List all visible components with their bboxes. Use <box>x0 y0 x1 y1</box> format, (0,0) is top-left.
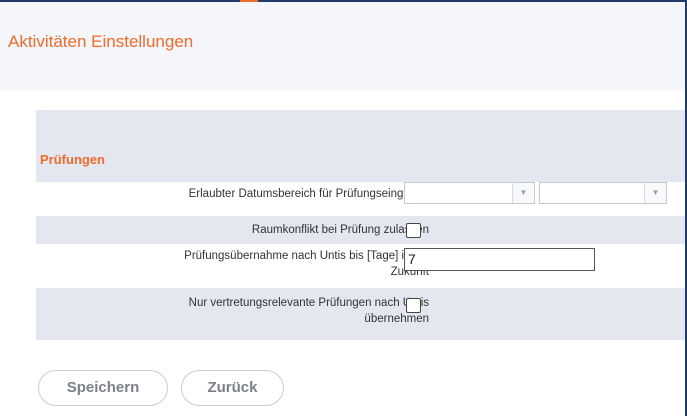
transfer-days-input[interactable]: 7 <box>404 248 595 271</box>
relevant-exams-label-line2: übernehmen <box>364 313 429 325</box>
date-to-select[interactable]: ▼ <box>539 182 667 204</box>
section-title: Prüfungen <box>40 152 105 167</box>
row-room-conflict: Raumkonflikt bei Prüfung zulassen <box>36 216 685 244</box>
relevant-exams-label-line1: Nur vertretungsrelevante Prüfungen nach … <box>188 297 429 309</box>
section-header-pruefungen: Prüfungen <box>36 110 685 182</box>
transfer-days-label-line2: Zukunft <box>390 266 429 278</box>
relevant-exams-checkbox[interactable] <box>406 298 421 313</box>
row-date-range: Erlaubter Datumsbereich für Prüfungseing… <box>36 182 685 212</box>
room-conflict-label: Raumkonflikt bei Prüfung zulassen <box>251 224 429 236</box>
room-conflict-checkbox[interactable] <box>406 223 421 238</box>
row-transfer-days: Prüfungsübernahme nach Untis bis [Tage] … <box>36 246 685 286</box>
chevron-down-icon: ▼ <box>512 183 534 203</box>
transfer-days-label-line1: Prüfungsübernahme nach Untis bis [Tage] … <box>184 250 429 262</box>
date-range-label: Erlaubter Datumsbereich für Prüfungseing… <box>188 188 429 200</box>
save-button[interactable]: Speichern <box>38 370 168 406</box>
chevron-down-icon: ▼ <box>644 183 666 203</box>
relevant-exams-label: Nur vertretungsrelevante Prüfungen nach … <box>189 295 429 327</box>
back-button[interactable]: Zurück <box>181 370 284 406</box>
page-title: Aktivitäten Einstellungen <box>8 32 194 51</box>
date-from-select[interactable]: ▼ <box>404 182 535 204</box>
page-header: Aktivitäten Einstellungen <box>0 2 685 90</box>
row-relevant-exams: Nur vertretungsrelevante Prüfungen nach … <box>36 288 685 340</box>
transfer-days-label: Prüfungsübernahme nach Untis bis [Tage] … <box>184 248 429 280</box>
